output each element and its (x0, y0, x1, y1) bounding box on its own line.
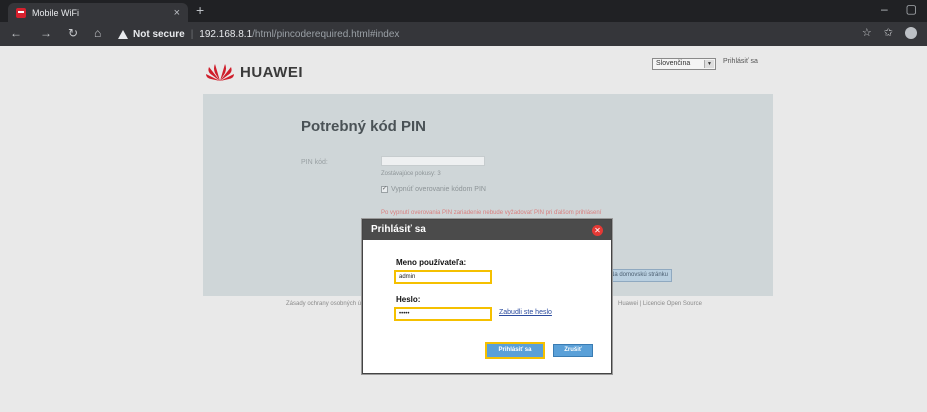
pin-warning-text: Po vypnutí overovania PIN zariadenie neb… (381, 210, 602, 216)
attempts-remaining: Zostávajúce pokusy: 3 (381, 171, 441, 177)
login-dialog-title: Prihlásiť sa (371, 224, 426, 235)
disable-pin-label: Vypnúť overovanie kódom PIN (391, 186, 486, 193)
pin-label: PIN kód: (301, 159, 328, 166)
url-host: 192.168.8.1 (199, 28, 253, 40)
forgot-password-link[interactable]: Zabudli ste heslo (499, 309, 552, 316)
login-dialog-header: Prihlásiť sa ✕ (363, 220, 611, 240)
cancel-button[interactable]: Zrušiť (553, 344, 593, 357)
minimize-icon[interactable]: – (881, 2, 888, 16)
password-input[interactable]: ••••• (394, 307, 492, 321)
back-icon[interactable]: ← (10, 26, 22, 40)
disable-pin-checkbox[interactable]: ✓ (381, 186, 388, 193)
profile-icon[interactable] (905, 26, 917, 39)
username-input[interactable]: admin (394, 270, 492, 284)
address-separator: | (190, 28, 194, 40)
language-value: Slovenčina (656, 60, 691, 67)
new-tab-icon[interactable]: + (196, 2, 204, 18)
header-login-link[interactable]: Prihlásiť sa (723, 58, 758, 65)
reload-icon[interactable]: ↻ (68, 26, 78, 40)
browser-tab-bar: Mobile WiFi × + – ▢ (0, 0, 927, 22)
pin-input[interactable] (381, 156, 485, 166)
forward-icon[interactable]: → (40, 26, 52, 40)
password-label: Heslo: (396, 295, 421, 304)
home-icon[interactable]: ⌂ (94, 26, 101, 40)
security-label[interactable]: Not secure (133, 29, 185, 40)
logo-text: HUAWEI (240, 63, 303, 81)
address-bar[interactable]: Not secure | 192.168.8.1/html/pincodereq… (118, 25, 858, 43)
page-title: Potrebný kód PIN (301, 118, 427, 135)
license-link[interactable]: Huawei | Licencie Open Source (618, 301, 702, 307)
home-page-button[interactable]: Na domovskú stránku (606, 269, 672, 282)
huawei-logo: HUAWEI (205, 62, 303, 82)
username-label: Meno používateľa: (396, 258, 467, 267)
warning-icon (118, 29, 128, 39)
browser-tab[interactable]: Mobile WiFi × (8, 3, 188, 22)
close-icon[interactable]: ✕ (592, 225, 603, 236)
login-button[interactable]: Prihlásiť sa (485, 342, 545, 359)
huawei-favicon-icon (16, 7, 26, 18)
url-path: /html/pincoderequired.html#index (252, 28, 400, 40)
login-dialog: Prihlásiť sa ✕ Meno používateľa: admin H… (362, 219, 612, 374)
chevron-down-icon: ▼ (704, 60, 714, 68)
window-controls: – ▢ (881, 2, 917, 16)
tab-title: Mobile WiFi (32, 7, 80, 18)
maximize-icon[interactable]: ▢ (906, 2, 917, 16)
collections-icon[interactable]: ✩ (884, 26, 893, 39)
tab-close-icon[interactable]: × (174, 7, 180, 19)
language-select[interactable]: Slovenčina ▼ (652, 58, 716, 70)
disable-pin-row[interactable]: ✓ Vypnúť overovanie kódom PIN (381, 186, 486, 193)
browser-toolbar: ← → ↻ ⌂ Not secure | 192.168.8.1/html/pi… (0, 22, 927, 46)
toolbar-actions: ☆ ✩ (862, 26, 917, 39)
huawei-flower-icon (206, 64, 234, 81)
star-icon[interactable]: ☆ (862, 26, 872, 39)
